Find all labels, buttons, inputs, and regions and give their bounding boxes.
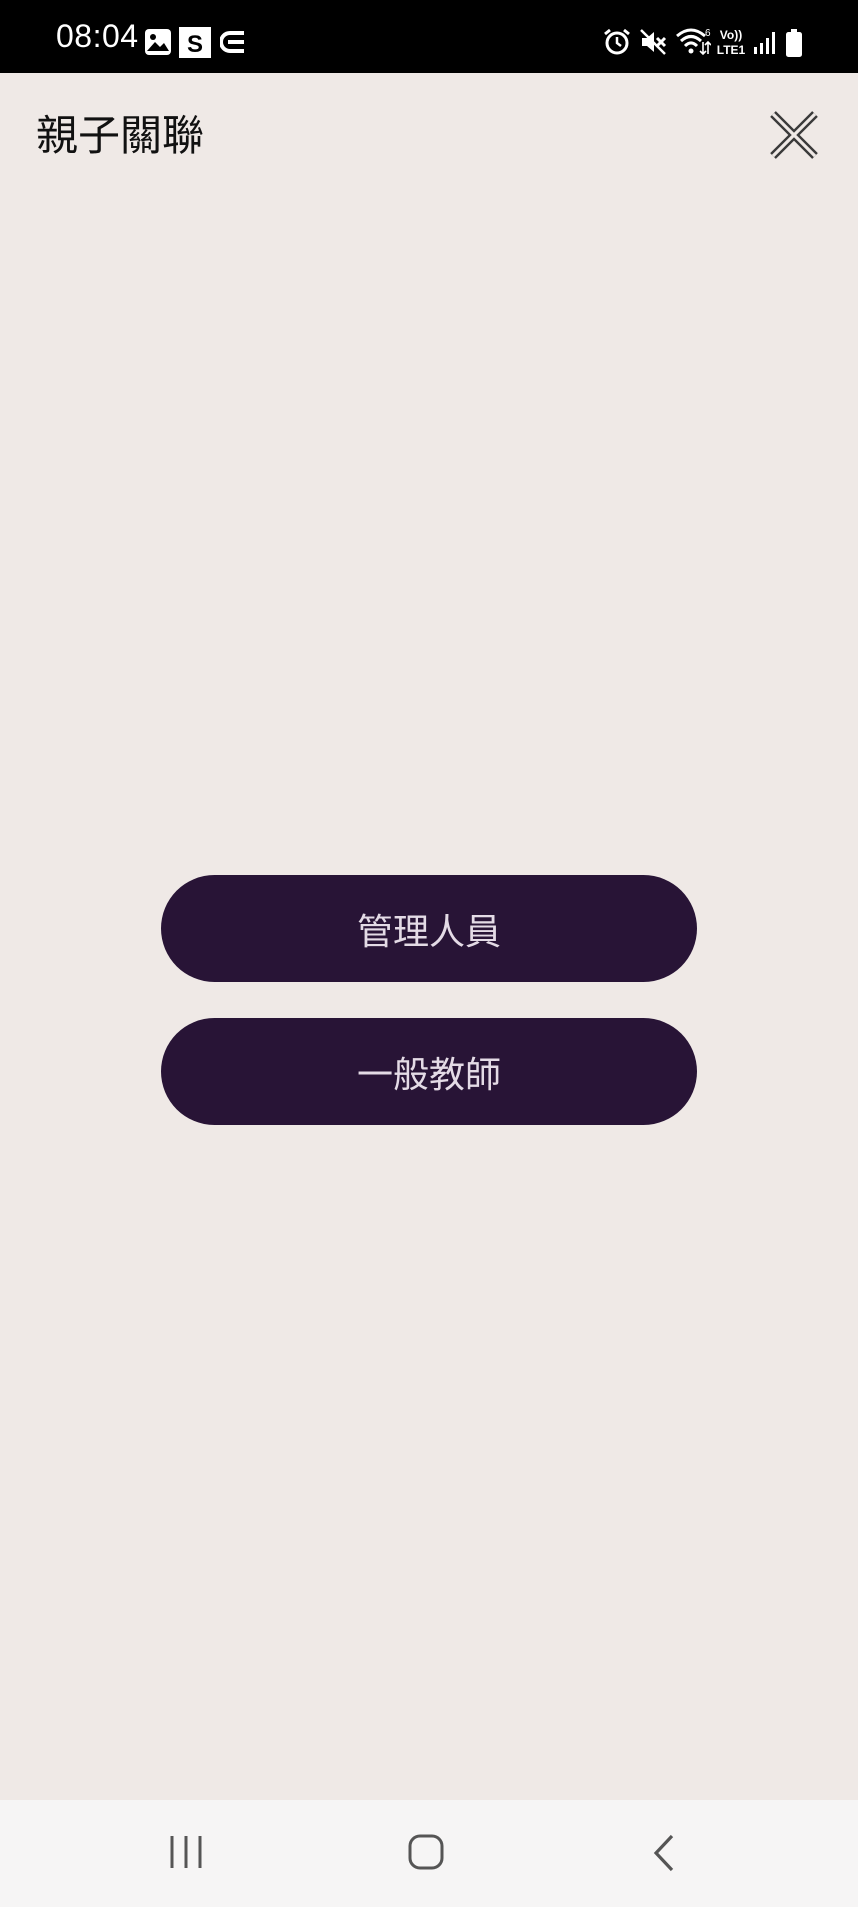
wifi-icon: 6 — [676, 28, 711, 56]
battery-icon — [786, 29, 802, 57]
recent-apps-icon[interactable] — [168, 1834, 204, 1870]
image-icon — [145, 29, 171, 55]
app-content: 親子關聯 管理人員 一般教師 — [0, 73, 858, 1800]
close-icon — [770, 111, 818, 159]
svg-text:Vo)): Vo)) — [720, 28, 742, 42]
svg-text:LTE1: LTE1 — [717, 43, 746, 57]
alarm-icon — [604, 28, 630, 55]
system-nav-bar — [0, 1800, 858, 1907]
page-title: 親子關聯 — [36, 111, 205, 160]
status-bar: 08:04 S 6 Vo)) LTE1 — [0, 0, 858, 73]
role-button-label: 一般教師 — [356, 1054, 501, 1096]
status-time: 08:04 — [56, 18, 139, 54]
svg-text:6: 6 — [705, 28, 711, 39]
role-button-admin[interactable]: 管理人員 — [161, 875, 697, 982]
back-icon[interactable] — [652, 1834, 676, 1872]
home-icon[interactable] — [408, 1834, 444, 1870]
mute-icon — [640, 29, 667, 55]
e-app-icon — [220, 31, 244, 53]
role-button-label: 管理人員 — [356, 911, 501, 953]
volte-lte-icon: Vo)) LTE1 — [717, 28, 746, 57]
role-button-teacher[interactable]: 一般教師 — [161, 1018, 697, 1125]
close-button[interactable] — [768, 109, 820, 161]
s-app-icon: S — [179, 27, 211, 58]
signal-icon — [754, 32, 775, 54]
svg-text:S: S — [187, 31, 203, 58]
